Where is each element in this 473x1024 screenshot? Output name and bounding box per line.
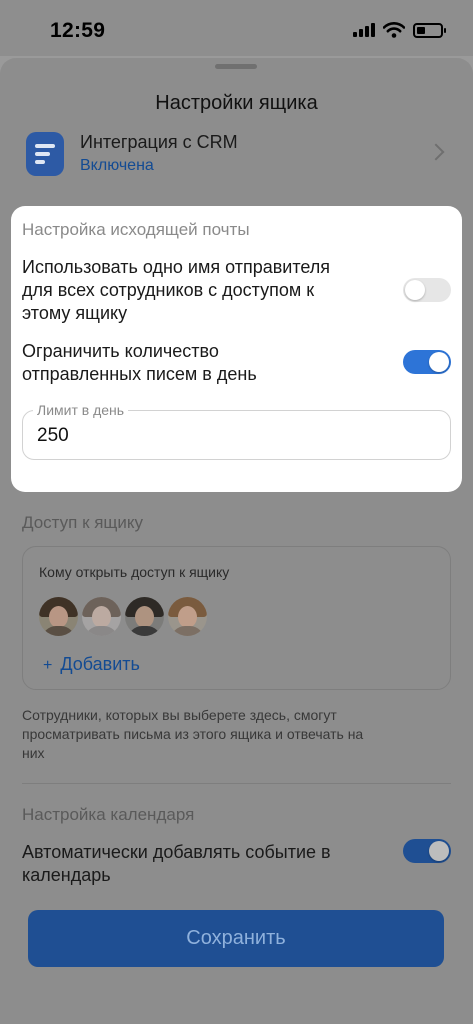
daily-limit-value[interactable]: 250 [37, 425, 69, 447]
access-note-line: Сотрудники, которых вы выберете здесь, с… [22, 707, 337, 723]
access-prompt: Кому открыть доступ к ящику [39, 564, 230, 580]
add-access-label: Добавить [60, 654, 140, 674]
same-sender-line: Использовать одно имя отправителя [22, 257, 331, 277]
auto-event-line: Автоматически добавлять событие в [22, 842, 331, 862]
access-note: Сотрудники, которых вы выберете здесь, с… [22, 706, 452, 763]
access-card: Кому открыть доступ к ящику + Добавить [22, 546, 451, 690]
mailbox-settings-sheet: Настройки ящика Интеграция с CRM Включен… [0, 58, 473, 1024]
toggle-knob [429, 841, 449, 861]
page-title: Настройки ящика [155, 92, 318, 114]
toggle-knob [429, 352, 449, 372]
status-bar: 12:59 [0, 0, 473, 56]
crm-integration-row[interactable]: Интеграция с CRM Включена [26, 130, 446, 180]
auto-event-line: календарь [22, 865, 111, 885]
chevron-right-icon [427, 143, 445, 161]
status-icons [353, 20, 446, 40]
daily-limit-field[interactable]: Лимит в день 250 [22, 402, 451, 460]
outgoing-mail-card: Настройка исходящей почты Использовать о… [11, 206, 462, 492]
signal-icon [353, 23, 375, 37]
avatar[interactable] [168, 597, 207, 636]
access-note-line: них [22, 745, 45, 761]
toggle-knob [405, 280, 425, 300]
avatar[interactable] [125, 597, 164, 636]
limit-sent-line: Ограничить количество [22, 341, 219, 361]
crm-icon [26, 132, 64, 176]
calendar-heading: Настройка календаря [22, 805, 195, 824]
auto-event-label: Автоматически добавлять событие в календ… [22, 841, 331, 887]
save-button[interactable]: Сохранить [28, 910, 444, 967]
limit-sent-line: отправленных писем в день [22, 364, 257, 384]
auto-event-toggle[interactable] [403, 839, 451, 863]
wifi-icon [383, 22, 405, 38]
same-sender-line: этому ящику [22, 303, 128, 323]
access-heading: Доступ к ящику [22, 513, 144, 532]
status-time: 12:59 [50, 19, 106, 42]
crm-title: Интеграция с CRM [80, 132, 238, 152]
plus-icon: + [43, 657, 53, 674]
same-sender-label: Использовать одно имя отправителя для вс… [22, 256, 330, 325]
add-access-button[interactable]: + Добавить [43, 654, 140, 675]
access-note-line: просматривать письма из этого ящика и от… [22, 726, 364, 742]
crm-status: Включена [80, 157, 154, 174]
avatar[interactable] [82, 597, 121, 636]
battery-icon [413, 22, 446, 38]
sheet-grabber[interactable] [215, 64, 257, 69]
same-sender-toggle[interactable] [403, 278, 451, 302]
outgoing-heading: Настройка исходящей почты [22, 220, 250, 239]
divider [22, 783, 451, 784]
same-sender-line: для всех сотрудников с доступом к [22, 280, 315, 300]
limit-sent-toggle[interactable] [403, 350, 451, 374]
daily-limit-label: Лимит в день [33, 402, 129, 418]
avatar[interactable] [39, 597, 78, 636]
limit-sent-label: Ограничить количество отправленных писем… [22, 340, 257, 386]
avatar-list [39, 597, 207, 636]
